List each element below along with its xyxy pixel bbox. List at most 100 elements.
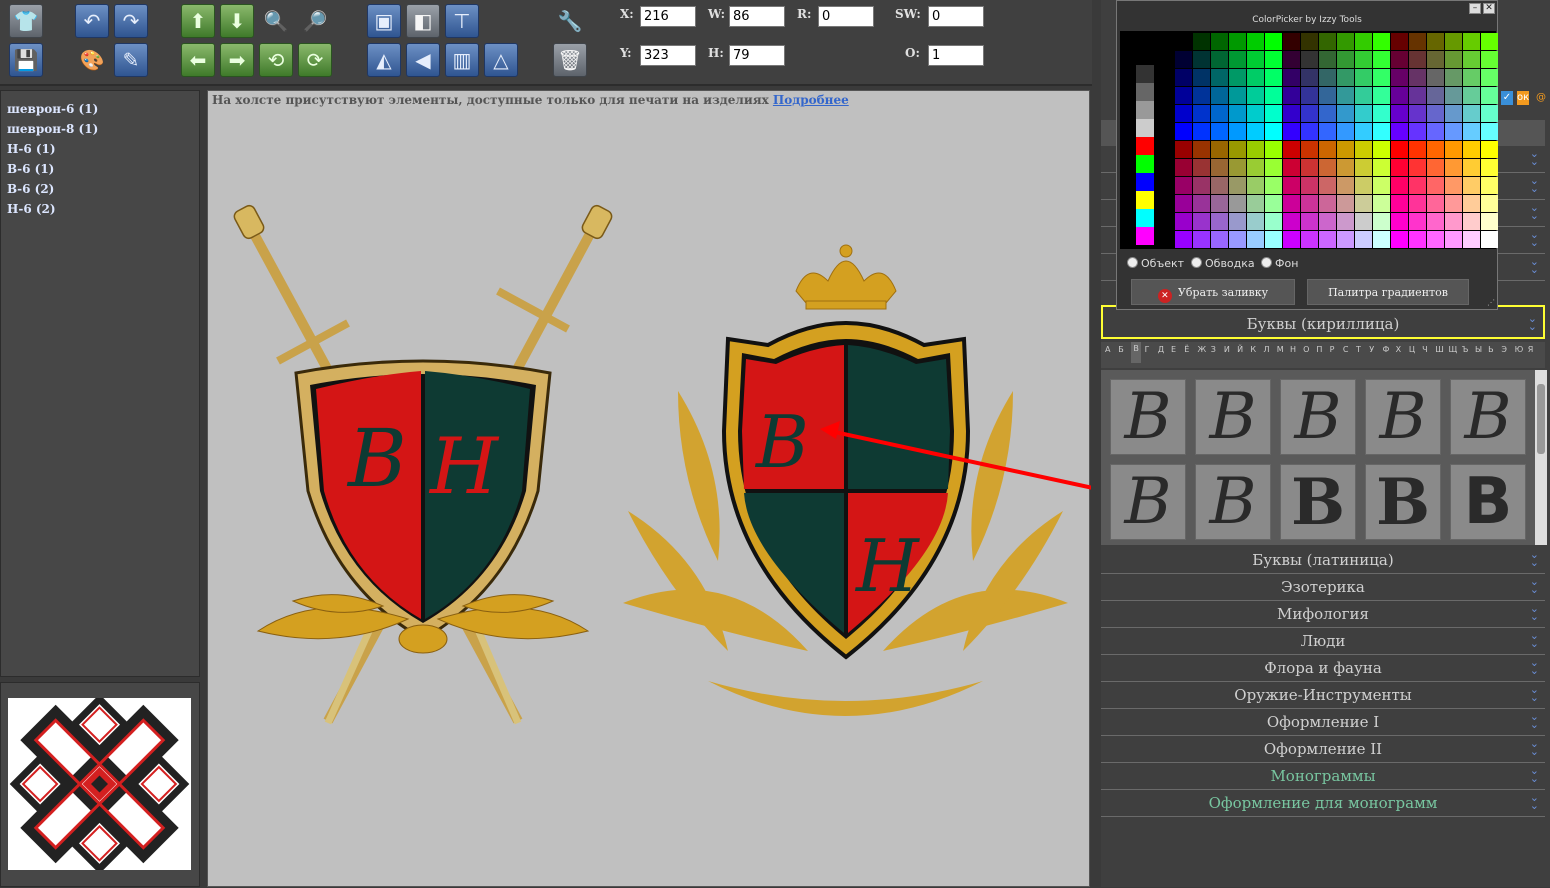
color-swatch[interactable] — [1247, 231, 1264, 248]
color-swatch[interactable] — [1247, 177, 1264, 194]
color-swatch[interactable] — [1136, 47, 1154, 65]
color-swatch[interactable] — [1193, 87, 1210, 104]
color-swatch[interactable] — [1283, 177, 1300, 194]
color-swatch[interactable] — [1373, 105, 1390, 122]
color-swatch[interactable] — [1337, 159, 1354, 176]
color-swatch[interactable] — [1355, 231, 1372, 248]
color-swatch[interactable] — [1481, 51, 1498, 68]
color-swatch[interactable] — [1229, 159, 1246, 176]
color-swatch[interactable] — [1229, 51, 1246, 68]
color-swatch[interactable] — [1301, 87, 1318, 104]
chevron-down-icon[interactable]: ⌄ ⌄ — [1530, 792, 1539, 811]
remove-fill-button[interactable]: ✕ Убрать заливку — [1131, 279, 1295, 305]
color-swatch[interactable] — [1229, 33, 1246, 50]
color-swatch[interactable] — [1175, 213, 1192, 230]
chevron-down-icon[interactable]: ⌄ ⌄ — [1530, 175, 1539, 194]
send-back-icon[interactable]: ◧ — [406, 4, 440, 38]
color-swatch[interactable] — [1211, 213, 1228, 230]
color-swatch[interactable] — [1427, 141, 1444, 158]
color-swatch[interactable] — [1283, 87, 1300, 104]
color-swatch[interactable] — [1445, 213, 1462, 230]
color-swatch[interactable] — [1445, 105, 1462, 122]
color-swatch[interactable] — [1265, 195, 1282, 212]
zoom-out-icon[interactable]: 🔎 — [298, 4, 332, 38]
color-swatch[interactable] — [1373, 69, 1390, 86]
color-swatch[interactable] — [1427, 177, 1444, 194]
color-swatch[interactable] — [1265, 33, 1282, 50]
color-swatch[interactable] — [1193, 51, 1210, 68]
color-swatch[interactable] — [1355, 123, 1372, 140]
color-swatch[interactable] — [1301, 141, 1318, 158]
color-swatch[interactable] — [1175, 33, 1192, 50]
color-swatch[interactable] — [1355, 87, 1372, 104]
rotate-left-icon[interactable]: ⟲ — [259, 43, 293, 77]
color-swatch[interactable] — [1409, 231, 1426, 248]
distribute-icon[interactable]: ▥ — [445, 43, 479, 77]
category-flora-fauna[interactable]: Флора и фауна ⌄ ⌄ — [1101, 655, 1545, 682]
color-swatch[interactable] — [1154, 119, 1172, 137]
color-swatch[interactable] — [1355, 33, 1372, 50]
w-field[interactable]: 86 — [729, 6, 785, 27]
color-swatch[interactable] — [1154, 101, 1172, 119]
color-swatch[interactable] — [1391, 141, 1408, 158]
color-swatch[interactable] — [1283, 105, 1300, 122]
color-swatch[interactable] — [1409, 51, 1426, 68]
draw-icon[interactable]: ✎ — [114, 43, 148, 77]
color-swatch[interactable] — [1154, 173, 1172, 191]
color-swatch[interactable] — [1247, 87, 1264, 104]
redo-icon[interactable]: ↷ — [114, 4, 148, 38]
color-swatch[interactable] — [1301, 33, 1318, 50]
design-canvas[interactable]: На холсте присутствуют элементы, доступн… — [207, 90, 1091, 887]
palette-icon[interactable]: 🎨 — [75, 43, 109, 77]
color-swatch[interactable] — [1337, 195, 1354, 212]
radio-object[interactable]: Объект — [1127, 257, 1184, 270]
color-swatch[interactable] — [1373, 87, 1390, 104]
color-swatch[interactable] — [1337, 177, 1354, 194]
mirror-icon[interactable]: ◀ — [406, 43, 440, 77]
alphabet-letter[interactable]: В — [1131, 342, 1141, 363]
category-monogram-decoration[interactable]: Оформление для монограмм ⌄ ⌄ — [1101, 790, 1545, 817]
color-swatch[interactable] — [1136, 155, 1154, 173]
color-swatch[interactable] — [1193, 33, 1210, 50]
color-swatch[interactable] — [1337, 105, 1354, 122]
color-swatch[interactable] — [1481, 141, 1498, 158]
color-swatch[interactable] — [1427, 231, 1444, 248]
category-monograms[interactable]: Монограммы ⌄ ⌄ — [1101, 763, 1545, 790]
h-field[interactable]: 79 — [729, 45, 785, 66]
color-swatch[interactable] — [1301, 69, 1318, 86]
color-swatch[interactable] — [1265, 159, 1282, 176]
color-swatch[interactable] — [1193, 177, 1210, 194]
layer-item[interactable]: В-6 (1) — [7, 159, 199, 179]
color-swatch[interactable] — [1445, 195, 1462, 212]
vk-icon[interactable]: ✓ — [1501, 91, 1513, 105]
alphabet-letter[interactable]: З — [1211, 345, 1216, 354]
color-swatch[interactable] — [1373, 231, 1390, 248]
chevron-down-icon[interactable]: ⌄ ⌄ — [1528, 313, 1537, 332]
radio-background[interactable]: Фон — [1261, 257, 1298, 270]
chevron-down-icon[interactable]: ⌄ ⌄ — [1530, 148, 1539, 167]
move-down-icon[interactable]: ⬇ — [220, 4, 254, 38]
color-swatch[interactable] — [1337, 87, 1354, 104]
color-swatch[interactable] — [1391, 159, 1408, 176]
color-swatch[interactable] — [1427, 51, 1444, 68]
color-swatch[interactable] — [1136, 83, 1154, 101]
color-swatch[interactable] — [1175, 87, 1192, 104]
glyph-tile[interactable]: B — [1195, 464, 1271, 540]
color-swatch[interactable] — [1427, 33, 1444, 50]
color-swatch[interactable] — [1136, 191, 1154, 209]
color-swatch[interactable] — [1301, 51, 1318, 68]
color-swatch[interactable] — [1337, 51, 1354, 68]
chevron-down-icon[interactable]: ⌄ ⌄ — [1530, 711, 1539, 730]
color-swatch[interactable] — [1319, 177, 1336, 194]
color-swatch[interactable] — [1481, 105, 1498, 122]
color-swatch[interactable] — [1319, 123, 1336, 140]
color-swatch[interactable] — [1337, 231, 1354, 248]
o-field[interactable]: 1 — [928, 45, 984, 66]
alphabet-letter[interactable]: Д — [1158, 345, 1164, 354]
alphabet-letter[interactable]: С — [1343, 345, 1349, 354]
color-swatch[interactable] — [1154, 83, 1172, 101]
layer-item[interactable]: В-6 (2) — [7, 179, 199, 199]
color-swatch[interactable] — [1229, 195, 1246, 212]
alphabet-letter[interactable]: Щ — [1449, 345, 1458, 354]
color-swatch[interactable] — [1409, 105, 1426, 122]
